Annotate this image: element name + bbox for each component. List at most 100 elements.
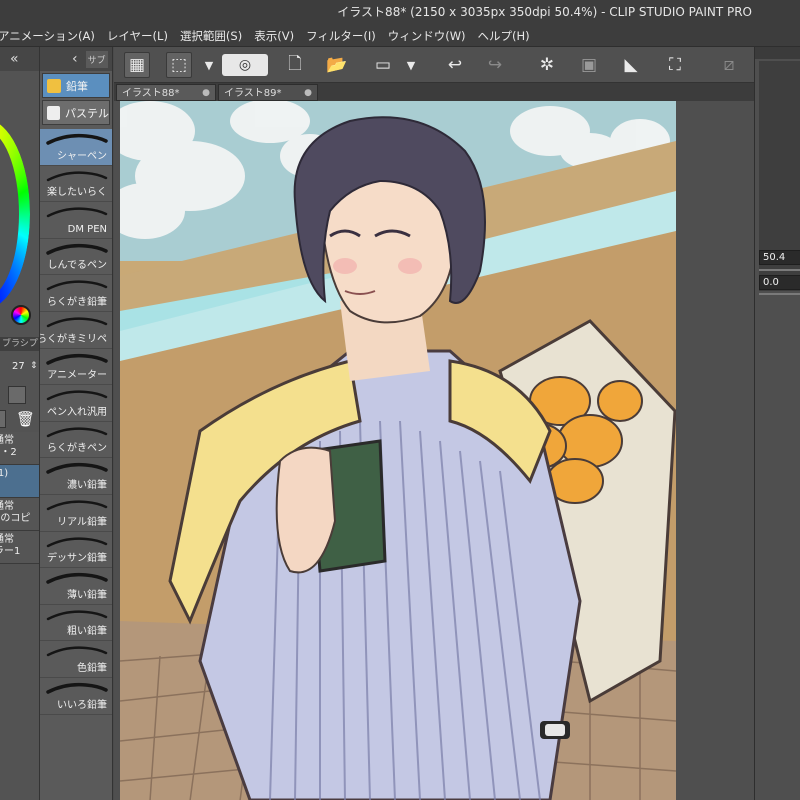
brush-stroke-preview (46, 353, 108, 365)
layer-item-selected[interactable]: (1) (0, 465, 39, 498)
brush-list: シャーペン楽したいらく DM PEN しんでるペン らくがき鉛筆らくがきミリペ アニメー… (40, 129, 112, 715)
grid-icon[interactable]: ▦ (124, 52, 150, 78)
dropdown-icon[interactable]: ▼ (196, 52, 222, 78)
brush-item[interactable]: 薄い鉛筆 (40, 568, 112, 605)
brush-item[interactable]: いいろ鉛筆 (40, 678, 112, 715)
brush-item[interactable]: ペン入れ汎用 (40, 385, 112, 422)
collapse-arrow-icon[interactable]: ‹ (72, 51, 78, 67)
menu-animation[interactable]: アニメーション(A) (0, 25, 101, 46)
zoom-slider[interactable] (759, 269, 800, 271)
layer-name: (1) (0, 468, 9, 479)
hide-selection-icon[interactable]: ⧄ (716, 52, 742, 78)
tab-illust-88[interactable]: イラスト88* ● (116, 84, 216, 101)
brush-name: 薄い鉛筆 (67, 589, 107, 601)
brush-stroke-preview (46, 610, 108, 620)
tab-illust-89[interactable]: イラスト89* ● (218, 84, 318, 101)
menu-filter[interactable]: フィルター(I) (300, 25, 382, 46)
menu-window[interactable]: ウィンドウ(W) (382, 25, 472, 46)
layer-item[interactable]: 通常1のコピ (0, 498, 39, 531)
layer-item[interactable]: 通常ラー1 (0, 531, 39, 564)
brush-item[interactable]: シャーペン (40, 129, 112, 166)
layer-settings-icon[interactable] (8, 386, 26, 404)
collapse-left-icon[interactable]: « (10, 51, 19, 67)
brush-name: 粗い鉛筆 (67, 626, 107, 638)
rotate-slider[interactable] (759, 293, 800, 295)
brush-stroke-preview (46, 463, 108, 475)
clip-studio-window: イラスト88* (2150 x 3035px 350dpi 50.4%) - C… (0, 0, 800, 800)
redo-icon[interactable]: ↪ (482, 52, 508, 78)
brush-item[interactable]: 粗い鉛筆 (40, 605, 112, 642)
brush-group-tab-pencil[interactable]: 鉛筆 (42, 73, 110, 98)
menu-help[interactable]: ヘルプ(H) (472, 25, 536, 46)
brush-name: リアル鉛筆 (57, 516, 107, 528)
canvas-area[interactable] (114, 101, 754, 800)
brush-stroke-preview (46, 573, 108, 584)
loading-icon[interactable]: ✲ (534, 52, 560, 78)
brush-item[interactable]: らくがき鉛筆 (40, 275, 112, 312)
layer-list: 通常3・2 (1) 通常1のコピ 通常ラー1 (0, 432, 39, 564)
close-icon[interactable]: ● (304, 85, 312, 102)
open-folder-icon[interactable]: 📂 (324, 52, 350, 78)
layer-blend: 通常 (0, 501, 14, 512)
sub-tool-panel: ‹ サブ 鉛筆 パステル シャーペン 楽したいらく DM PEN しんでるペン らくがき… (40, 47, 113, 800)
color-mode-icon[interactable] (11, 305, 31, 325)
brush-stroke-preview (46, 280, 108, 291)
brush-stroke-preview (46, 243, 108, 255)
undo-icon[interactable]: ↩ (442, 52, 468, 78)
navigator-header (755, 47, 800, 59)
brush-item[interactable]: デッサン鉛筆 (40, 532, 112, 569)
close-icon[interactable]: ● (202, 85, 210, 102)
brush-stroke-preview (46, 646, 108, 657)
clear-icon[interactable]: ▣ (576, 52, 602, 78)
layer-item[interactable]: 通常3・2 (0, 432, 39, 465)
pastel-icon (47, 105, 60, 120)
menu-layer[interactable]: レイヤー(L) (101, 25, 174, 46)
layer-blend: 通常 (0, 435, 14, 446)
brush-name: 濃い鉛筆 (67, 479, 107, 491)
layer-name: 3・2 (0, 447, 17, 458)
brush-name: らくがき鉛筆 (47, 296, 107, 308)
transform-icon[interactable]: ⬚ (166, 52, 192, 78)
brush-name: 楽したいらく (47, 187, 107, 199)
layer-name: 1のコピ (0, 513, 31, 524)
brush-item[interactable]: 楽したいらく (40, 166, 112, 203)
brush-item[interactable]: 色鉛筆 (40, 641, 112, 678)
zoom-value[interactable]: 50.4 (759, 250, 800, 265)
stepper-icon[interactable]: ⇕ (30, 361, 38, 371)
brush-property-tab[interactable]: ブラシプロパティ (0, 337, 39, 351)
brush-item[interactable]: 濃い鉛筆 (40, 458, 112, 495)
canvas-illustration[interactable] (120, 101, 676, 800)
sub-tool-tab[interactable]: サブ (85, 50, 108, 68)
brush-item[interactable]: しんでるペン (40, 239, 112, 276)
rotate-value[interactable]: 0.0 (759, 275, 800, 290)
dropdown-icon[interactable]: ▼ (398, 52, 424, 78)
brush-name: しんでるペン (47, 260, 108, 272)
brush-item[interactable]: らくがきミリペ (40, 312, 112, 349)
document-tabs: イラスト88* ● イラスト89* ● (114, 83, 754, 101)
tab-label: イラスト88* (122, 88, 180, 99)
brush-name: シャーペン (57, 150, 107, 162)
brush-name: らくがきペン (47, 443, 107, 455)
brush-stroke-preview (46, 682, 108, 694)
tab-label: イラスト89* (224, 88, 282, 99)
trash-icon[interactable]: 🗑 (16, 410, 35, 428)
lasso-icon[interactable]: ◎ (222, 54, 268, 76)
brush-group-tab-pastel[interactable]: パステル (42, 100, 110, 125)
new-file-icon[interactable]: 🗋 (282, 52, 308, 78)
brush-item[interactable]: DM PEN (40, 202, 112, 239)
layer-lock-icon[interactable] (0, 410, 6, 428)
brush-item[interactable]: アニメーター (40, 349, 112, 386)
brush-size-value[interactable]: 27 (12, 361, 25, 372)
brush-item[interactable]: らくがきペン (40, 422, 112, 459)
brush-stroke-preview (46, 133, 108, 145)
menu-view[interactable]: 表示(V) (248, 25, 300, 46)
transform-select-icon[interactable]: ⛶ (662, 52, 688, 78)
navigator-panel: 50.4 0.0 (754, 47, 800, 800)
brush-name: 色鉛筆 (77, 662, 107, 674)
sub-tool-header: ‹ サブ (40, 47, 112, 71)
menu-selection[interactable]: 選択範囲(S) (174, 25, 248, 46)
brush-group-label: 鉛筆 (66, 79, 88, 93)
save-icon[interactable]: ▭ (370, 52, 396, 78)
fill-icon[interactable]: ◣ (618, 52, 644, 78)
brush-item[interactable]: リアル鉛筆 (40, 495, 112, 532)
